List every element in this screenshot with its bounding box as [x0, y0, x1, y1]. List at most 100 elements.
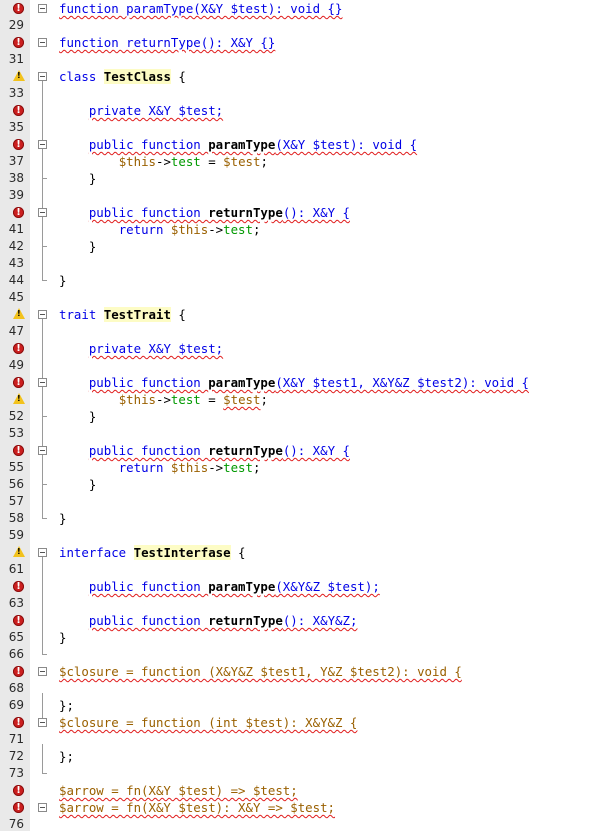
code-token: ->: [208, 222, 224, 237]
code-line[interactable]: 68: [0, 680, 610, 697]
warning-icon[interactable]: [13, 308, 25, 319]
code-line[interactable]: 43: [0, 255, 610, 272]
code-line[interactable]: $closure = function (int $test): X&Y&Z {: [0, 714, 610, 731]
code-line[interactable]: 33: [0, 85, 610, 102]
fold-toggle-icon[interactable]: [38, 667, 47, 676]
error-icon[interactable]: [13, 136, 24, 153]
code-line[interactable]: 58}: [0, 510, 610, 527]
line-number: 53: [8, 426, 24, 440]
error-icon[interactable]: [13, 204, 24, 221]
code-line[interactable]: 57: [0, 493, 610, 510]
code-line[interactable]: 59: [0, 527, 610, 544]
code-line[interactable]: public function paramType(X&Y $test): vo…: [0, 136, 610, 153]
code-line[interactable]: 69};: [0, 697, 610, 714]
code-line[interactable]: 73: [0, 765, 610, 782]
warning-icon[interactable]: [13, 70, 25, 81]
code-line[interactable]: 65}: [0, 629, 610, 646]
code-line[interactable]: 53: [0, 425, 610, 442]
code-line[interactable]: 52 }: [0, 408, 610, 425]
code-line[interactable]: $arrow = fn(X&Y $test): X&Y => $test;: [0, 799, 610, 816]
error-icon[interactable]: [13, 340, 24, 357]
line-number: 35: [8, 120, 24, 134]
code-line[interactable]: $arrow = fn(X&Y $test) => $test;: [0, 782, 610, 799]
code-line[interactable]: 47: [0, 323, 610, 340]
code-line[interactable]: 29: [0, 17, 610, 34]
code-line[interactable]: public function paramType(X&Y&Z $test);: [0, 578, 610, 595]
warning-icon[interactable]: [13, 546, 25, 557]
line-number: 49: [8, 358, 24, 372]
fold-toggle-icon[interactable]: [38, 718, 47, 727]
code-token: class: [59, 69, 104, 84]
code-line[interactable]: $closure = function (X&Y&Z $test1, Y&Z $…: [0, 663, 610, 680]
error-icon[interactable]: [13, 374, 24, 391]
code-line[interactable]: 72};: [0, 748, 610, 765]
fold-toggle-icon[interactable]: [38, 140, 47, 149]
code-line[interactable]: public function returnType(): X&Y&Z;: [0, 612, 610, 629]
fold-toggle-icon[interactable]: [38, 208, 47, 217]
code-line[interactable]: class TestClass {: [0, 68, 610, 85]
fold-toggle-icon[interactable]: [38, 38, 47, 47]
code-text: $this->test = $test;: [59, 391, 268, 408]
code-line[interactable]: 37 $this->test = $test;: [0, 153, 610, 170]
fold-toggle-icon[interactable]: [38, 310, 47, 319]
code-line[interactable]: function paramType(X&Y $test): void {}: [0, 0, 610, 17]
code-line[interactable]: 41 return $this->test;: [0, 221, 610, 238]
code-editor[interactable]: function paramType(X&Y $test): void {} 29…: [0, 0, 610, 831]
code-text: }: [59, 238, 96, 255]
fold-toggle-icon[interactable]: [38, 378, 47, 387]
code-token: ->: [156, 392, 171, 407]
code-line[interactable]: $this->test = $test;: [0, 391, 610, 408]
code-line[interactable]: 66: [0, 646, 610, 663]
code-line[interactable]: public function returnType(): X&Y {: [0, 442, 610, 459]
code-token: (): X&Y&Z;: [282, 613, 358, 628]
code-line[interactable]: interface TestInterfase {: [0, 544, 610, 561]
warning-icon[interactable]: [13, 393, 25, 404]
code-line[interactable]: 61: [0, 561, 610, 578]
code-token: function paramType(X&Y $test): void {}: [59, 1, 343, 16]
line-number: 43: [8, 256, 24, 270]
code-line[interactable]: 45: [0, 289, 610, 306]
code-line[interactable]: 35: [0, 119, 610, 136]
code-line[interactable]: 76: [0, 816, 610, 833]
code-line[interactable]: 49: [0, 357, 610, 374]
code-line[interactable]: 42 }: [0, 238, 610, 255]
error-icon[interactable]: [13, 782, 24, 799]
code-line[interactable]: 56 }: [0, 476, 610, 493]
code-line[interactable]: 38 }: [0, 170, 610, 187]
code-token: ->: [208, 460, 224, 475]
code-line[interactable]: private X&Y $test;: [0, 340, 610, 357]
fold-toggle-icon[interactable]: [38, 72, 47, 81]
error-icon[interactable]: [13, 442, 24, 459]
error-icon[interactable]: [13, 34, 24, 51]
error-icon[interactable]: [13, 612, 24, 629]
code-line[interactable]: 31: [0, 51, 610, 68]
code-token: test: [170, 392, 201, 407]
error-icon[interactable]: [13, 102, 24, 119]
fold-toggle-icon[interactable]: [38, 446, 47, 455]
code-line[interactable]: 44}: [0, 272, 610, 289]
error-icon[interactable]: [13, 578, 24, 595]
code-line[interactable]: 55 return $this->test;: [0, 459, 610, 476]
line-number: 45: [8, 290, 24, 304]
code-line[interactable]: private X&Y $test;: [0, 102, 610, 119]
error-icon[interactable]: [13, 799, 24, 816]
fold-toggle-icon[interactable]: [38, 803, 47, 812]
code-line[interactable]: trait TestTrait {: [0, 306, 610, 323]
code-line[interactable]: 63: [0, 595, 610, 612]
code-token: {: [170, 307, 186, 322]
code-line[interactable]: 39: [0, 187, 610, 204]
code-line[interactable]: public function returnType(): X&Y {: [0, 204, 610, 221]
fold-toggle-icon[interactable]: [38, 4, 47, 13]
code-text: trait TestTrait {: [59, 306, 186, 323]
code-text: }: [59, 629, 66, 646]
error-icon[interactable]: [13, 714, 24, 731]
code-line[interactable]: 71: [0, 731, 610, 748]
code-line[interactable]: public function paramType(X&Y $test1, X&…: [0, 374, 610, 391]
error-icon[interactable]: [13, 0, 24, 17]
code-token: (X&Y $test1, X&Y&Z $test2): void {: [275, 375, 529, 390]
error-icon[interactable]: [13, 663, 24, 680]
code-line[interactable]: function returnType(): X&Y {}: [0, 34, 610, 51]
fold-toggle-icon[interactable]: [38, 548, 47, 557]
code-text: private X&Y $test;: [59, 102, 223, 119]
